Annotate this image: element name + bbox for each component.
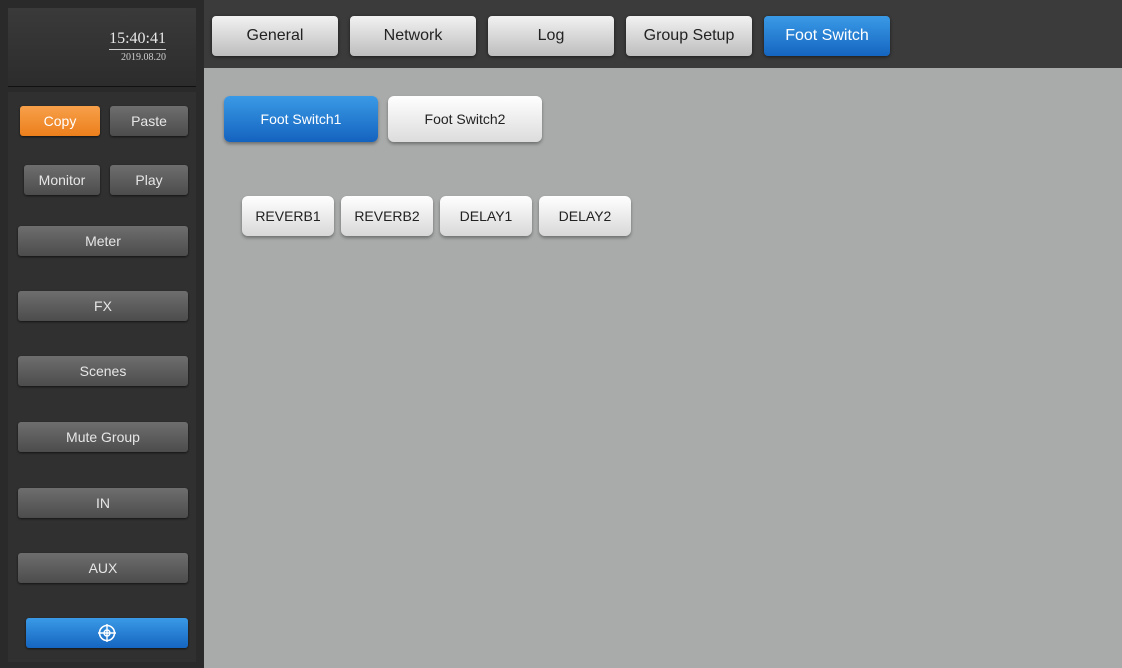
tab-group-setup[interactable]: Group Setup	[626, 16, 752, 56]
tab-foot-switch[interactable]: Foot Switch	[764, 16, 890, 56]
clock-date: 2019.08.20	[121, 52, 166, 63]
subtab-foot-switch-2[interactable]: Foot Switch2	[388, 96, 542, 142]
clock-panel: 15:40:41 2019.08.20	[8, 8, 196, 87]
copy-button[interactable]: Copy	[20, 106, 100, 136]
tab-general[interactable]: General	[212, 16, 338, 56]
sidebar-item-meter[interactable]: Meter	[18, 226, 188, 256]
clock-time: 15:40:41	[109, 30, 166, 50]
tab-log[interactable]: Log	[488, 16, 614, 56]
reverb2-button[interactable]: REVERB2	[341, 196, 433, 236]
reverb1-button[interactable]: REVERB1	[242, 196, 334, 236]
play-button[interactable]: Play	[110, 165, 188, 195]
sidebar-item-mute-group[interactable]: Mute Group	[18, 422, 188, 452]
sidebar-item-aux[interactable]: AUX	[18, 553, 188, 583]
target-button[interactable]	[26, 618, 188, 648]
paste-button[interactable]: Paste	[110, 106, 188, 136]
main-content: Foot Switch1 Foot Switch2 REVERB1 REVERB…	[204, 68, 1122, 668]
top-tab-bar: General Network Log Group Setup Foot Swi…	[204, 0, 1122, 68]
subtab-foot-switch-1[interactable]: Foot Switch1	[224, 96, 378, 142]
sidebar: 15:40:41 2019.08.20 Copy Paste Monitor P…	[0, 0, 204, 668]
tab-network[interactable]: Network	[350, 16, 476, 56]
delay1-button[interactable]: DELAY1	[440, 196, 532, 236]
delay2-button[interactable]: DELAY2	[539, 196, 631, 236]
sidebar-item-in[interactable]: IN	[18, 488, 188, 518]
sidebar-item-fx[interactable]: FX	[18, 291, 188, 321]
target-icon	[98, 624, 116, 642]
monitor-button[interactable]: Monitor	[24, 165, 100, 195]
sidebar-item-scenes[interactable]: Scenes	[18, 356, 188, 386]
